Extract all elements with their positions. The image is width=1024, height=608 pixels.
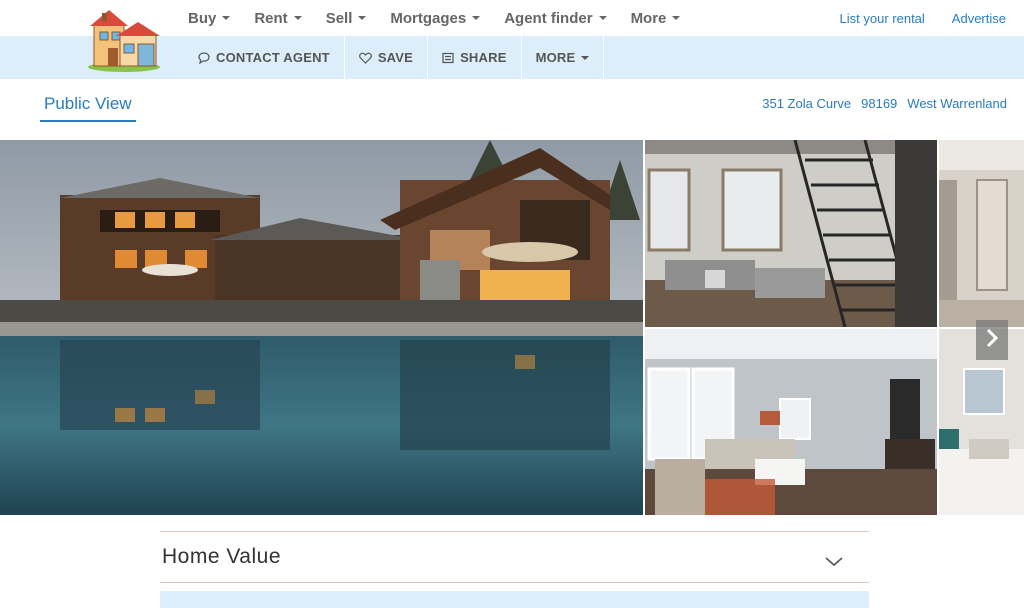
home-value-panel: [160, 591, 869, 608]
share-box-icon: [442, 52, 454, 64]
nav-label: Rent: [254, 9, 288, 27]
photo-loft-living-room[interactable]: [645, 140, 937, 327]
caret-down-icon: [293, 16, 302, 20]
nav-mortgages[interactable]: Mortgages: [378, 10, 492, 27]
nav-rent[interactable]: Rent: [242, 10, 313, 27]
nav-label: Agent finder: [504, 9, 593, 27]
listing-actions: CONTACT AGENT SAVE SHARE MORE: [184, 36, 605, 79]
chevron-down-icon: [581, 55, 590, 60]
address: 351 Zola Curve 98169 West Warrenland: [752, 96, 1007, 111]
address-zip[interactable]: 98169: [861, 96, 897, 111]
home-value-title: Home Value: [162, 545, 282, 568]
photo-gallery: [0, 140, 1024, 516]
share-button[interactable]: SHARE: [428, 36, 522, 79]
advertise-link[interactable]: Advertise: [952, 11, 1006, 26]
caret-down-icon: [358, 16, 367, 20]
main-nav: Buy Rent Sell Mortgages Agent finder Mor…: [176, 0, 692, 36]
right-links: List your rental Advertise: [840, 0, 1024, 36]
action-label: CONTACT AGENT: [216, 50, 330, 65]
photo-house-exterior[interactable]: [0, 140, 643, 515]
caret-down-icon: [672, 16, 681, 20]
address-city[interactable]: West Warrenland: [907, 96, 1007, 111]
nav-label: More: [630, 9, 667, 27]
list-rental-link[interactable]: List your rental: [840, 11, 925, 26]
chat-bubble-icon: [198, 51, 210, 64]
action-label: SHARE: [460, 50, 507, 65]
nav-agent-finder[interactable]: Agent finder: [492, 10, 618, 27]
save-button[interactable]: SAVE: [345, 36, 429, 79]
chevron-down-icon[interactable]: [825, 554, 843, 572]
house-logo-icon[interactable]: [86, 4, 166, 72]
photo-living-room-grey[interactable]: [645, 329, 937, 515]
tab-public-view[interactable]: Public View: [40, 92, 136, 122]
nav-sell[interactable]: Sell: [314, 10, 379, 27]
caret-down-icon: [472, 16, 481, 20]
nav-buy[interactable]: Buy: [176, 10, 242, 27]
address-street[interactable]: 351 Zola Curve: [762, 96, 851, 111]
nav-more[interactable]: More: [619, 10, 693, 27]
action-label: MORE: [535, 50, 576, 65]
nav-label: Mortgages: [390, 9, 467, 27]
chevron-right-icon: [985, 327, 999, 354]
gallery-next-button[interactable]: [976, 320, 1008, 360]
action-label: SAVE: [377, 50, 414, 65]
nav-label: Buy: [188, 9, 217, 27]
caret-down-icon: [222, 16, 231, 20]
contact-agent-button[interactable]: CONTACT AGENT: [184, 36, 345, 79]
more-actions-button[interactable]: MORE: [522, 36, 605, 79]
home-value-accordion[interactable]: Home Value: [160, 531, 869, 583]
nav-label: Sell: [325, 9, 353, 27]
heart-icon: [358, 52, 372, 64]
photo-hallway[interactable]: [939, 140, 1024, 327]
caret-down-icon: [598, 16, 607, 20]
